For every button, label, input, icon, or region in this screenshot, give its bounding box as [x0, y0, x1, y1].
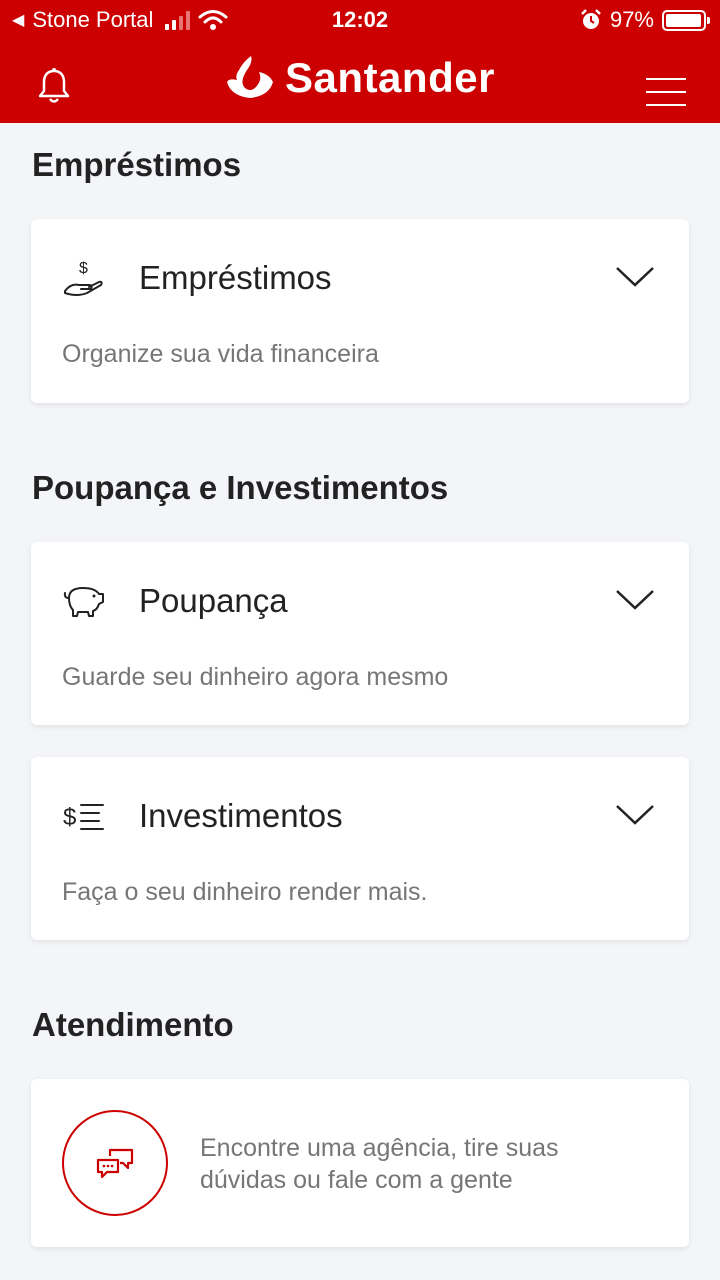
chevron-down-icon[interactable]	[615, 265, 655, 289]
chat-bubbles-icon	[96, 1148, 134, 1179]
card-investments[interactable]: $ Investimentos Faça o seu dinheiro rend…	[31, 757, 689, 940]
hand-dollar-icon: $	[64, 260, 103, 296]
svg-text:$: $	[63, 804, 76, 831]
section-title-loans: Empréstimos	[32, 146, 242, 183]
santander-flame-logo	[227, 56, 274, 98]
battery-icon	[662, 9, 710, 31]
piggy-bank-icon	[63, 587, 104, 617]
santander-logo: Santander	[0, 54, 720, 102]
card-desc-loans: Organize sua vida financeira	[62, 340, 379, 368]
card-title-loans: Empréstimos	[139, 259, 332, 296]
chevron-down-icon[interactable]	[615, 588, 655, 612]
card-loans[interactable]: $ Empréstimos Organize sua vida financei…	[31, 219, 689, 403]
card-desc-savings: Guarde seu dinheiro agora mesmo	[62, 663, 449, 691]
section-title-support: Atendimento	[32, 1006, 234, 1043]
card-desc-investments: Faça o seu dinheiro render mais.	[62, 878, 428, 906]
battery-percent: 97%	[609, 7, 654, 32]
card-title-investments: Investimentos	[139, 797, 343, 834]
status-bar-right: 97%	[580, 7, 710, 33]
dollar-list-icon: $	[63, 804, 104, 831]
support-icon-circle[interactable]	[62, 1110, 168, 1216]
app-header: Santander	[0, 40, 720, 123]
card-desc-support: Encontre uma agência, tire suas dúvidas …	[200, 1134, 559, 1194]
card-savings[interactable]: Poupança Guarde seu dinheiro agora mesmo	[31, 542, 689, 725]
alarm-icon	[581, 9, 601, 29]
status-bar: ◀ Stone Portal 12:02 97%	[0, 0, 720, 40]
svg-text:$: $	[79, 260, 88, 277]
card-support[interactable]: Encontre uma agência, tire suas dúvidas …	[31, 1079, 689, 1247]
section-title-savings: Poupança e Investimentos	[32, 469, 449, 506]
brand-name: Santander	[285, 54, 495, 101]
card-title-savings: Poupança	[139, 582, 288, 619]
hamburger-menu-icon[interactable]	[646, 78, 686, 108]
chevron-down-icon[interactable]	[615, 803, 655, 827]
